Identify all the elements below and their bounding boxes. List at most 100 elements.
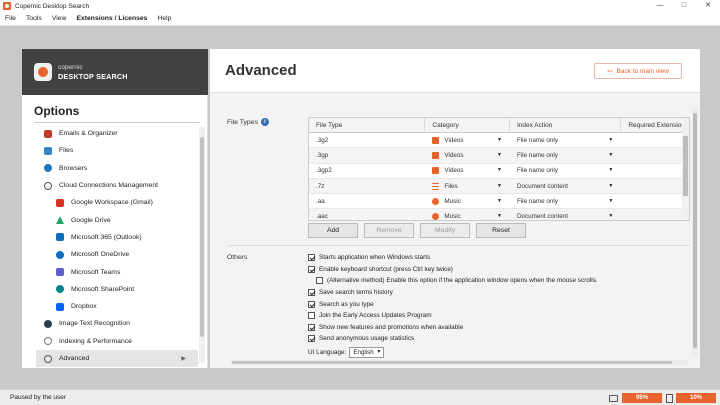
content-scrollbar[interactable] [692,107,698,357]
index-action-select[interactable]: File name only ▼ [510,194,621,208]
table-row[interactable]: .3gp Videos ▼ File name only ▼ [309,148,689,164]
index-action-select[interactable]: File name only ▼ [510,164,621,178]
column-header-required-extension[interactable]: Required Extension [621,118,689,132]
content-horizontal-scrollbar[interactable] [230,360,688,365]
menu-help[interactable]: Help [152,15,176,22]
menu-extensions-licenses[interactable]: Extensions / Licenses [71,15,152,22]
checkbox-start-with-windows[interactable]: Starts application when Windows starts [308,252,598,264]
checkbox-checked[interactable] [308,265,315,273]
required-extension-cell [621,179,689,193]
category-select[interactable]: Videos ▼ [425,133,510,147]
sidebar-item-google-workspace[interactable]: Google Workspace (Gmail) [22,194,198,211]
checkbox-unchecked[interactable] [316,277,323,285]
dropdown-arrow-icon: ▼ [496,213,502,220]
menu-view[interactable]: View [47,15,72,22]
remove-button[interactable]: Remove [364,223,414,238]
page-title: Advanced [225,62,297,79]
required-extension-cell [621,133,689,147]
column-header-category[interactable]: Category [425,118,510,132]
category-select[interactable]: Music ▼ [425,194,510,208]
music-icon [432,197,440,205]
checkbox-save-search-history[interactable]: Save search terms history [308,287,598,299]
scrollbar-thumb[interactable] [693,113,697,348]
category-select[interactable]: Videos ▼ [425,164,510,178]
scrollbar-thumb[interactable] [683,136,688,196]
files-icon [432,182,440,190]
checkbox-early-access[interactable]: Join the Early Access Updates Program [308,310,598,322]
table-row[interactable]: .3gp2 Videos ▼ File name only ▼ [309,164,689,179]
checkbox-usage-statistics[interactable]: Send anonymous usage statistics [308,333,598,345]
sidebar-item-cloud-connections[interactable]: Cloud Connections Management [22,177,198,194]
sidebar-item-emails-organizer[interactable]: Emails & Organizer [22,125,198,142]
back-to-main-view-button[interactable]: ⇦ Back to main view [594,63,682,79]
folder-icon [609,394,618,402]
column-header-index-action[interactable]: Index Action [510,118,622,132]
title-bar: Copernic Desktop Search — □ ✕ [0,0,720,12]
index-action-select[interactable]: Document content ▼ [510,209,621,220]
maximize-button[interactable]: □ [672,0,696,12]
table-row[interactable]: .aa Music ▼ File name only ▼ [309,194,689,210]
info-icon[interactable]: i [260,118,269,126]
checkbox-checked[interactable] [308,254,315,262]
table-row[interactable]: .7z Files ▼ Document content ▼ [309,178,689,195]
ui-language-select[interactable]: English [349,347,385,358]
video-icon [432,167,440,175]
index-action-select[interactable]: File name only ▼ [510,133,621,147]
ui-language-label: UI Language: [308,349,347,356]
document-progress[interactable]: 10% [676,393,716,403]
sidebar-item-sharepoint[interactable]: Microsoft SharePoint [22,281,198,298]
google-drive-icon [56,216,64,225]
sidebar-item-indexing-performance[interactable]: Indexing & Performance [22,333,198,350]
checkbox-checked[interactable] [308,289,315,297]
category-select[interactable]: Music ▼ [425,209,510,220]
table-scrollbar[interactable] [682,118,689,220]
checkbox-checked[interactable] [308,323,315,331]
sidebar-item-dropbox[interactable]: Dropbox [22,298,198,315]
sidebar-item-image-text-recognition[interactable]: Image Text Recognition [22,315,198,332]
add-button[interactable]: Add [308,223,358,238]
sidebar-item-microsoft-365[interactable]: Microsoft 365 (Outlook) [22,229,198,246]
main-panel: Advanced ⇦ Back to main view File Types … [210,49,700,368]
close-button[interactable]: ✕ [696,0,720,12]
window-controls: — □ ✕ [648,0,720,12]
dropdown-arrow-icon: ▼ [608,197,614,204]
table-row[interactable]: .aac Music ▼ Document content ▼ [309,209,689,220]
sidebar-item-teams[interactable]: Microsoft Teams [22,263,198,280]
ui-language-row: UI Language: English [308,347,385,358]
category-select[interactable]: Files ▼ [425,179,510,193]
sidebar-item-files[interactable]: Files [22,142,198,159]
sidebar-item-onedrive[interactable]: Microsoft OneDrive [22,246,198,263]
checkbox-unchecked[interactable] [308,312,315,320]
checkbox-checked[interactable] [308,300,315,308]
scrollbar-thumb[interactable] [200,137,204,337]
email-icon [44,129,52,138]
sharepoint-icon [56,285,64,294]
index-action-select[interactable]: Document content ▼ [510,179,621,193]
index-action-select[interactable]: File name only ▼ [510,148,621,162]
scrollbar-thumb[interactable] [232,361,672,364]
category-select[interactable]: Videos ▼ [425,148,510,162]
checkbox-search-as-you-type[interactable]: Search as you type [308,298,598,310]
options-title: Options [34,104,80,118]
file-type-cell: .3g2 [316,136,329,144]
sidebar-scrollbar[interactable] [199,127,205,363]
modify-button[interactable]: Modify [420,223,470,238]
column-header-file-type[interactable]: File Type [309,118,426,132]
dropdown-arrow-icon: ▼ [608,182,614,189]
menu-file[interactable]: File [0,15,21,22]
minimize-button[interactable]: — [648,0,672,12]
sidebar-item-google-drive[interactable]: Google Drive [22,211,198,228]
menu-tools[interactable]: Tools [21,15,47,22]
table-row[interactable]: .3g2 Videos ▼ File name only ▼ [309,133,689,149]
copernic-logo-icon [34,63,52,81]
checkbox-keyboard-shortcut[interactable]: Enable keyboard shortcut (press Ctrl key… [308,264,598,276]
checkbox-checked[interactable] [308,335,315,343]
file-types-actions: Add Remove Modify Reset [308,223,526,238]
sidebar-item-advanced[interactable]: Advanced ▶ [36,349,198,368]
sidebar-item-browsers[interactable]: Browsers [22,160,198,177]
checkbox-show-new-features[interactable]: Show new features and promotions when av… [308,322,598,334]
checkbox-alternative-method[interactable]: (Alternative method) Enable this option … [308,275,598,287]
required-extension-cell [621,209,689,220]
indexing-progress[interactable]: 95% [622,393,662,403]
reset-button[interactable]: Reset [476,223,526,238]
